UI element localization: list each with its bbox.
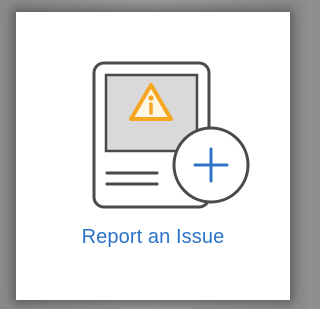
report-issue-label[interactable]: Report an Issue [16, 226, 290, 249]
report-issue-tile[interactable]: Report an Issue [16, 12, 290, 300]
add-icon [172, 126, 250, 204]
report-issue-illustration [16, 12, 290, 227]
